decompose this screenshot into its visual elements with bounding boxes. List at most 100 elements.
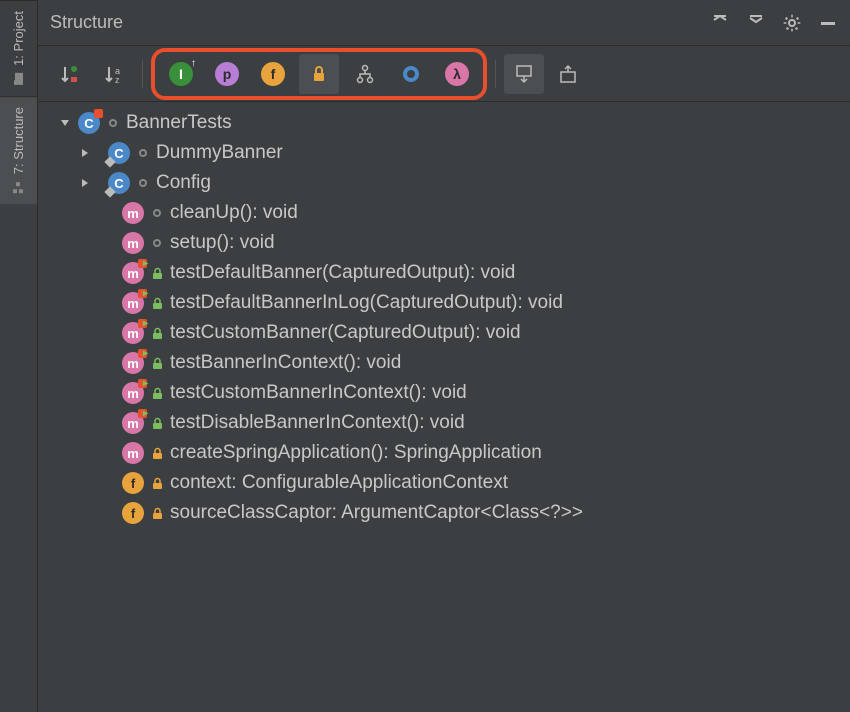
class-icon: C — [78, 112, 100, 134]
panel-title: Structure — [50, 12, 123, 33]
method-icon: m▸ — [122, 352, 144, 374]
visibility-icon — [150, 447, 164, 460]
lock-icon — [310, 65, 328, 83]
tree-label: testDefaultBannerInLog(CapturedOutput): … — [170, 292, 563, 314]
show-properties-button[interactable]: p — [207, 54, 247, 94]
field-icon: f — [122, 472, 144, 494]
sidebar-tab-structure-label: 7: Structure — [11, 107, 26, 174]
tree-item[interactable]: m▸ testCustomBannerInContext(): void — [42, 378, 846, 408]
tree-label: setup(): void — [170, 232, 275, 254]
visibility-icon — [150, 387, 164, 400]
method-icon: m — [122, 202, 144, 224]
visibility-icon — [136, 149, 150, 157]
visibility-icon — [150, 209, 164, 217]
method-icon: m — [122, 442, 144, 464]
show-lambdas-button[interactable]: λ — [437, 54, 477, 94]
gear-icon[interactable] — [782, 13, 802, 33]
tree-item[interactable]: m▸ testDisableBannerInContext(): void — [42, 408, 846, 438]
expand-all-icon[interactable] — [710, 13, 730, 33]
folder-icon — [12, 72, 26, 86]
header-bar: Structure — [38, 0, 850, 46]
tree-item[interactable]: f context: ConfigurableApplicationContext — [42, 468, 846, 498]
tree-label: testBannerInContext(): void — [170, 352, 401, 374]
tree-item[interactable]: m▸ testDefaultBannerInLog(CapturedOutput)… — [42, 288, 846, 318]
collapse-all-icon[interactable] — [746, 13, 766, 33]
field-icon: f — [122, 502, 144, 524]
structure-tree[interactable]: C BannerTests CDummyBannerCConfigmcleanU… — [38, 102, 850, 712]
method-icon: m▸ — [122, 262, 144, 284]
property-icon: p — [215, 62, 239, 86]
toolbar-separator — [142, 60, 143, 88]
circle-icon — [401, 64, 421, 84]
visibility-icon — [136, 179, 150, 187]
show-inherited-members-button[interactable] — [345, 54, 385, 94]
visibility-icon — [150, 297, 164, 310]
tree-label: testCustomBanner(CapturedOutput): void — [170, 322, 521, 344]
tree-label: context: ConfigurableApplicationContext — [170, 472, 508, 494]
hierarchy-icon — [355, 64, 375, 84]
toolbar: az I↑ p f λ — [38, 46, 850, 102]
expand-arrow-icon[interactable] — [78, 146, 92, 160]
minimize-icon[interactable] — [818, 13, 838, 33]
visibility-icon — [150, 239, 164, 247]
visibility-icon — [150, 357, 164, 370]
tree-root[interactable]: C BannerTests — [42, 108, 846, 138]
method-icon: m▸ — [122, 382, 144, 404]
visibility-icon — [106, 119, 120, 127]
tool-window-tabs: 1: Project 7: Structure — [0, 0, 38, 712]
tree-item[interactable]: m▸ testBannerInContext(): void — [42, 348, 846, 378]
autoscroll-to-icon — [514, 64, 534, 84]
show-inherited-button[interactable]: I↑ — [161, 54, 201, 94]
header-actions — [710, 13, 838, 33]
highlighted-filter-group: I↑ p f λ — [151, 48, 487, 100]
structure-icon — [12, 180, 26, 194]
visibility-icon — [150, 417, 164, 430]
tree-item[interactable]: m setup(): void — [42, 228, 846, 258]
expand-arrow-icon[interactable] — [78, 176, 92, 190]
tree-label: DummyBanner — [156, 142, 283, 164]
tree-item[interactable]: m createSpringApplication(): SpringApplic… — [42, 438, 846, 468]
structure-panel: Structure az I↑ — [38, 0, 850, 712]
method-icon: m — [122, 232, 144, 254]
method-icon: m▸ — [122, 322, 144, 344]
tree-label: Config — [156, 172, 211, 194]
show-anonymous-button[interactable] — [391, 54, 431, 94]
sidebar-tab-project[interactable]: 1: Project — [0, 0, 37, 96]
method-icon: m▸ — [122, 292, 144, 314]
svg-text:z: z — [115, 75, 120, 85]
tree-label: BannerTests — [126, 112, 232, 134]
tree-label: sourceClassCaptor: ArgumentCaptor<Class<… — [170, 502, 583, 524]
visibility-icon — [150, 327, 164, 340]
tree-label: cleanUp(): void — [170, 202, 298, 224]
visibility-icon — [150, 507, 164, 520]
collapse-arrow-icon[interactable] — [58, 116, 72, 130]
show-fields-button[interactable]: f — [253, 54, 293, 94]
tree-item[interactable]: C DummyBanner — [42, 138, 846, 168]
class-icon: C — [108, 142, 130, 164]
lambda-icon: λ — [445, 62, 469, 86]
sort-alphabetically-button[interactable]: az — [94, 54, 134, 94]
tree-label: testDefaultBanner(CapturedOutput): void — [170, 262, 515, 284]
tree-item[interactable]: f sourceClassCaptor: ArgumentCaptor<Class… — [42, 498, 846, 528]
class-icon: C — [108, 172, 130, 194]
tree-item[interactable]: m▸ testDefaultBanner(CapturedOutput): voi… — [42, 258, 846, 288]
show-nonpublic-button[interactable] — [299, 54, 339, 94]
autoscroll-from-source-button[interactable] — [548, 54, 588, 94]
method-icon: m▸ — [122, 412, 144, 434]
field-icon: f — [261, 62, 285, 86]
tree-item[interactable]: C Config — [42, 168, 846, 198]
tree-label: testCustomBannerInContext(): void — [170, 382, 467, 404]
autoscroll-to-source-button[interactable] — [504, 54, 544, 94]
visibility-icon — [150, 477, 164, 490]
toolbar-separator — [495, 60, 496, 88]
tree-label: testDisableBannerInContext(): void — [170, 412, 465, 434]
visibility-icon — [150, 267, 164, 280]
tree-item[interactable]: m▸ testCustomBanner(CapturedOutput): void — [42, 318, 846, 348]
sort-by-visibility-button[interactable] — [50, 54, 90, 94]
interface-icon: I↑ — [169, 62, 193, 86]
sidebar-tab-structure[interactable]: 7: Structure — [0, 96, 37, 204]
sidebar-tab-project-label: 1: Project — [11, 11, 26, 66]
tree-item[interactable]: m cleanUp(): void — [42, 198, 846, 228]
autoscroll-from-icon — [558, 64, 578, 84]
tree-label: createSpringApplication(): SpringApplica… — [170, 442, 542, 464]
